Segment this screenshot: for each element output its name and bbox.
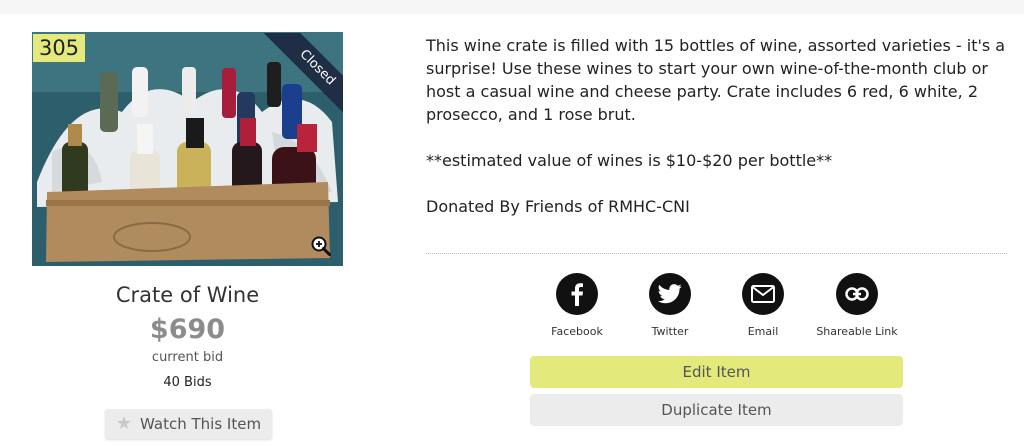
closed-ribbon: Closed: [264, 33, 343, 112]
zoom-in-icon[interactable]: [310, 235, 332, 257]
divider: [426, 253, 1007, 254]
watch-item-label: Watch This Item: [140, 415, 262, 433]
current-bid-caption: current bid: [151, 350, 224, 365]
share-email-button[interactable]: Email: [713, 273, 813, 338]
donor-line: Donated By Friends of RMHC-CNI: [426, 197, 690, 216]
envelope-icon: [742, 273, 784, 315]
current-bid-amount: $690: [149, 314, 226, 345]
share-label: Twitter: [651, 325, 689, 338]
watch-item-button[interactable]: ★ Watch This Item: [105, 409, 272, 439]
item-title: Crate of Wine: [115, 283, 260, 307]
link-icon: [836, 273, 878, 315]
item-description: This wine crate is filled with 15 bottle…: [426, 34, 1011, 218]
description-paragraph: This wine crate is filled with 15 bottle…: [426, 36, 1006, 124]
facebook-icon: [556, 273, 598, 315]
share-facebook-button[interactable]: Facebook: [527, 273, 627, 338]
bid-count[interactable]: 40 Bids: [32, 375, 343, 390]
share-label: Shareable Link: [816, 325, 898, 338]
top-bar: [0, 0, 1024, 14]
edit-item-button[interactable]: Edit Item: [530, 356, 903, 388]
twitter-icon: [649, 273, 691, 315]
share-label: Facebook: [551, 325, 603, 338]
share-link-button[interactable]: Shareable Link: [807, 273, 907, 338]
star-icon: ★: [115, 413, 133, 434]
duplicate-item-button[interactable]: Duplicate Item: [530, 394, 903, 426]
share-twitter-button[interactable]: Twitter: [620, 273, 720, 338]
share-label: Email: [747, 325, 779, 338]
lot-number-badge: 305: [33, 34, 85, 62]
description-paragraph: **estimated value of wines is $10-$20 pe…: [426, 151, 833, 170]
closed-status-label: Closed: [264, 33, 343, 112]
